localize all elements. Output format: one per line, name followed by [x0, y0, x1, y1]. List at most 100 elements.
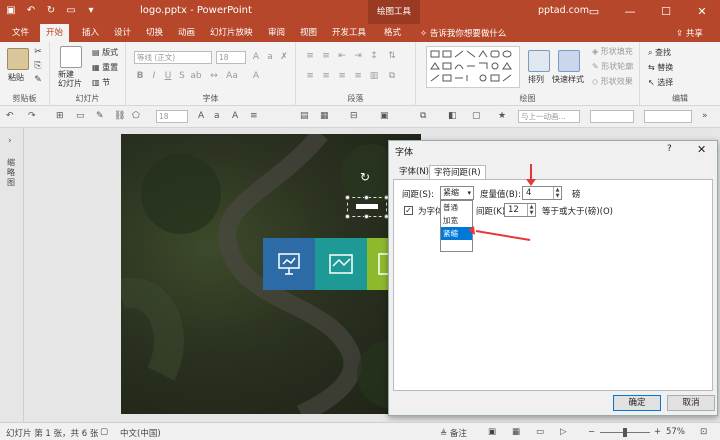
reset-button[interactable]: ▦ 重置: [92, 62, 118, 73]
shrink-icon-2[interactable]: a: [214, 111, 220, 121]
smartart-icon[interactable]: ⧉: [386, 70, 398, 82]
color-icon-2[interactable]: A: [232, 111, 238, 121]
spacing-select[interactable]: 紧缩 ▾: [440, 186, 474, 200]
ruler-icon[interactable]: ▭: [76, 111, 85, 121]
align-right-icon[interactable]: ≡: [336, 70, 348, 82]
shrink-font-icon[interactable]: a: [264, 51, 276, 63]
brush-icon[interactable]: ✎: [96, 111, 104, 121]
logo-tile-presentation[interactable]: [263, 238, 315, 290]
decrease-indent-icon[interactable]: ⇤: [336, 50, 348, 62]
paste-icon[interactable]: [7, 48, 29, 70]
shapes-gallery[interactable]: [426, 46, 520, 88]
tab-animations[interactable]: 动画: [172, 24, 201, 42]
animation-combo[interactable]: 与上一动画...: [518, 110, 580, 123]
shape-fill-button[interactable]: ◈ 形状填充: [592, 46, 633, 57]
find-button[interactable]: ⌕ 查找: [648, 47, 671, 58]
duration-combo[interactable]: [590, 110, 634, 123]
tab-slideshow[interactable]: 幻灯片放映: [204, 24, 259, 42]
share-button[interactable]: ⇪ 共享: [676, 27, 703, 39]
more-icon[interactable]: »: [702, 111, 708, 121]
zoom-in-button[interactable]: +: [654, 427, 661, 437]
char-spacing-icon[interactable]: ↔: [208, 70, 220, 82]
new-slide-label[interactable]: 新建 幻灯片: [58, 70, 82, 88]
tab-developer[interactable]: 开发工具: [326, 24, 372, 42]
ribbon-display-icon[interactable]: ▭: [576, 0, 612, 24]
cancel-button[interactable]: 取消: [667, 395, 715, 411]
spin-arrows-icon[interactable]: ▲ ▼: [527, 204, 535, 216]
delay-combo[interactable]: [644, 110, 692, 123]
tab-transitions[interactable]: 切换: [140, 24, 169, 42]
link-icon[interactable]: ⛓: [114, 111, 125, 121]
present-icon[interactable]: ▭: [64, 4, 78, 18]
align-center-icon[interactable]: ≡: [320, 70, 332, 82]
star-icon[interactable]: ★: [498, 111, 506, 121]
fit-slide-icon[interactable]: ⊡: [700, 427, 707, 437]
grid-icon[interactable]: ▦: [320, 111, 329, 121]
spacing-option-condensed[interactable]: 紧缩: [441, 227, 472, 240]
shape-effects-button[interactable]: ◇ 形状效果: [592, 76, 633, 87]
logo-tile-chart[interactable]: [315, 238, 367, 290]
increase-indent-icon[interactable]: ⇥: [352, 50, 364, 62]
picture-icon[interactable]: ▣: [380, 111, 389, 121]
tab-character-spacing[interactable]: 字符间距(R): [429, 165, 486, 179]
align-left-icon[interactable]: ≡: [304, 70, 316, 82]
numbering-icon[interactable]: ≡: [320, 50, 332, 62]
text-direction-icon[interactable]: ⇅: [386, 50, 398, 62]
align-icon[interactable]: ⊞: [56, 111, 64, 121]
tab-insert[interactable]: 插入: [76, 24, 105, 42]
tab-font[interactable]: 字体(N): [395, 165, 433, 179]
thumbnail-pane-label[interactable]: 缩略图: [7, 158, 17, 188]
clear-format-icon[interactable]: ✗: [278, 51, 290, 63]
kerning-checkbox[interactable]: ✓: [404, 206, 413, 215]
kerning-input[interactable]: 12 ▲ ▼: [504, 203, 536, 217]
expand-pane-icon[interactable]: ›: [8, 136, 12, 146]
text-box-icon[interactable]: ▤: [300, 111, 309, 121]
grow-font-icon[interactable]: A: [250, 51, 262, 63]
outline-icon-2[interactable]: ▢: [472, 111, 481, 121]
font-name-combo[interactable]: 等线 (正文): [134, 51, 212, 64]
bold-icon[interactable]: B: [134, 70, 146, 82]
language-indicator[interactable]: 中文(中国): [120, 427, 161, 439]
layout-button[interactable]: ▤ 版式: [92, 47, 118, 58]
zoom-out-button[interactable]: −: [588, 427, 595, 437]
slide-canvas[interactable]: ↻: [121, 134, 421, 414]
spin-arrows-icon[interactable]: ▲ ▼: [553, 187, 561, 199]
tell-me-box[interactable]: ✧ 告诉我你想要做什么: [420, 27, 506, 39]
columns-icon[interactable]: ▥: [368, 70, 380, 82]
save-icon[interactable]: ▣: [4, 4, 18, 18]
sorter-view-icon[interactable]: ▦: [512, 427, 520, 437]
spacing-option-normal[interactable]: 普通: [441, 201, 472, 214]
ok-button[interactable]: 确定: [613, 395, 661, 411]
reading-view-icon[interactable]: ▭: [536, 427, 544, 437]
replace-button[interactable]: ⇆ 替换: [648, 62, 673, 73]
new-slide-icon[interactable]: [60, 46, 82, 68]
resize-handle[interactable]: [364, 214, 369, 219]
zoom-slider-thumb[interactable]: [623, 428, 628, 437]
tab-view[interactable]: 视图: [294, 24, 323, 42]
copy-icon[interactable]: ⎘: [32, 60, 44, 72]
grow-icon-2[interactable]: A: [198, 111, 204, 121]
paste-label[interactable]: 粘贴: [8, 72, 24, 83]
tab-review[interactable]: 审阅: [262, 24, 291, 42]
select-button[interactable]: ↖ 选择: [648, 77, 673, 88]
redo-icon-2[interactable]: ↷: [28, 111, 36, 121]
undo-icon[interactable]: ↶: [24, 4, 38, 18]
tab-design[interactable]: 设计: [108, 24, 137, 42]
quick-styles-icon[interactable]: [558, 50, 580, 72]
shadow-icon[interactable]: S: [176, 70, 188, 82]
customize-qat-icon[interactable]: ▾: [84, 4, 98, 18]
shape-icon[interactable]: ⬠: [132, 111, 140, 121]
minimize-button[interactable]: —: [612, 0, 648, 24]
fill-icon-2[interactable]: ◧: [448, 111, 457, 121]
zoom-level[interactable]: 57%: [666, 427, 685, 437]
spellcheck-icon[interactable]: ▢: [100, 427, 108, 437]
undo-icon-2[interactable]: ↶: [6, 111, 14, 121]
dialog-close-button[interactable]: ✕: [697, 143, 706, 156]
notes-button[interactable]: ≜ 备注: [440, 427, 467, 439]
resize-handle[interactable]: [345, 214, 350, 219]
close-button[interactable]: ✕: [684, 0, 720, 24]
font-color-icon[interactable]: A: [250, 70, 262, 82]
justify-icon[interactable]: ≡: [352, 70, 364, 82]
table-icon[interactable]: ⊟: [350, 111, 358, 121]
change-case-icon[interactable]: Aa: [226, 70, 238, 82]
